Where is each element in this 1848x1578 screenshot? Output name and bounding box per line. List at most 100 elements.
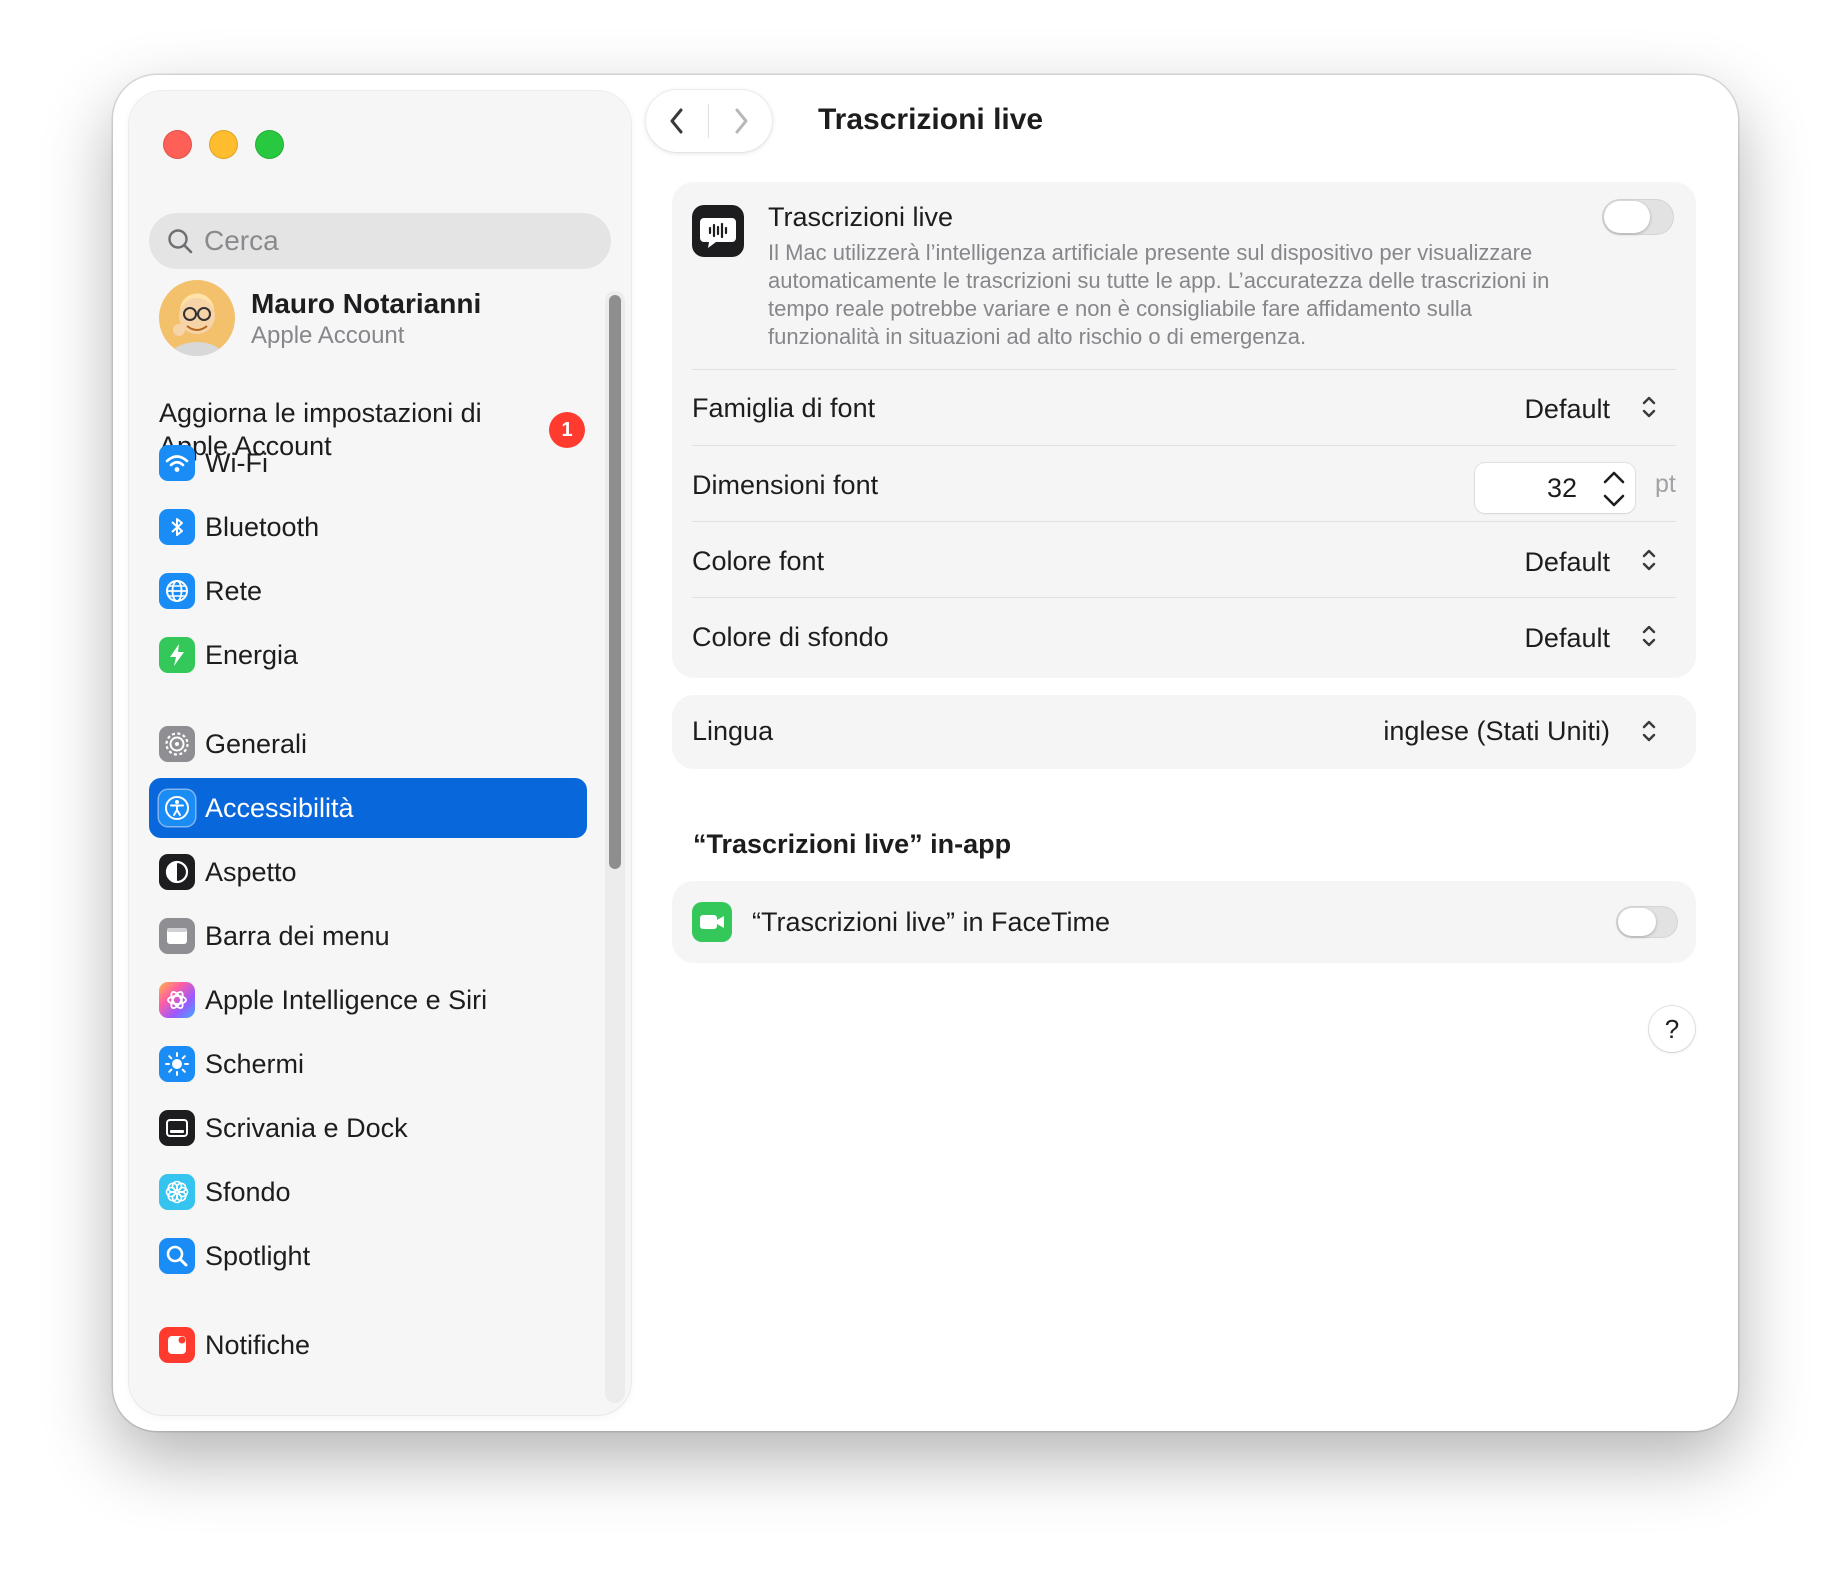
sidebar-item-label: Rete	[205, 575, 263, 606]
sidebar: Cerca Mauro Notarianni Apple Account Agg…	[129, 91, 631, 1415]
font-color-value[interactable]: Default	[1524, 547, 1610, 578]
search-input[interactable]: Cerca	[149, 213, 611, 269]
bell-icon	[159, 1327, 195, 1363]
apple-account[interactable]: Mauro Notarianni Apple Account	[159, 280, 579, 360]
sidebar-item-label: Notifiche	[205, 1329, 311, 1360]
sidebar-item-label: Schermi	[205, 1048, 305, 1079]
chevron-updown-icon	[1642, 549, 1656, 571]
sidebar-item-label: Aspetto	[205, 856, 297, 887]
zoom-window-button[interactable]	[255, 130, 284, 159]
facetime-icon	[692, 902, 732, 942]
font-family-label: Famiglia di font	[692, 393, 876, 423]
font-size-unit: pt	[1655, 470, 1676, 498]
account-subtitle: Apple Account	[251, 322, 405, 349]
flower-icon	[159, 1174, 195, 1210]
facetime-label: “Trascrizioni live” in FaceTime	[752, 907, 1111, 937]
sidebar-item-label: Generali	[205, 728, 308, 759]
chevron-updown-icon	[1642, 625, 1656, 647]
sidebar-item-label: Spotlight	[205, 1240, 311, 1271]
dock-icon	[159, 1110, 195, 1146]
sidebar-item-wifi[interactable]: Wi-Fi	[149, 433, 587, 493]
battery-bolt-icon	[159, 637, 195, 673]
stepper-icon[interactable]	[1599, 468, 1629, 510]
avatar	[159, 280, 235, 356]
account-name: Mauro Notarianni	[251, 288, 482, 319]
back-button[interactable]	[646, 90, 708, 152]
wifi-icon	[159, 445, 195, 481]
sidebar-item-generali[interactable]: Generali	[149, 714, 587, 774]
toggle-knob	[1618, 908, 1656, 936]
sidebar-item-aspetto[interactable]: Aspetto	[149, 842, 587, 902]
sidebar-item-label: Wi-Fi	[205, 447, 268, 478]
chevron-updown-icon	[1642, 396, 1656, 418]
background-color-label: Colore di sfondo	[692, 622, 889, 652]
sidebar-item-bluetooth[interactable]: Bluetooth	[149, 497, 587, 557]
help-button[interactable]: ?	[1649, 1006, 1695, 1052]
sidebar-item-energia[interactable]: Energia	[149, 625, 587, 685]
search-placeholder: Cerca	[204, 225, 279, 256]
font-color-label: Colore font	[692, 546, 825, 576]
language-value[interactable]: inglese (Stati Uniti)	[1383, 716, 1610, 747]
forward-button[interactable]	[710, 90, 772, 152]
divider	[692, 597, 1676, 598]
divider	[692, 369, 1676, 370]
font-family-popup[interactable]	[1635, 390, 1663, 424]
siri-icon	[159, 982, 195, 1018]
live-captions-card: Trascrizioni live Il Mac utilizzerà l’in…	[672, 182, 1696, 678]
sidebar-item-label: Scrivania e Dock	[205, 1112, 408, 1143]
gear-icon	[159, 726, 195, 762]
sidebar-item-label: Apple Intelligence e Siri	[205, 984, 488, 1015]
magnifier-icon	[159, 1238, 195, 1274]
bluetooth-icon	[159, 509, 195, 545]
globe-icon	[159, 573, 195, 609]
divider	[692, 445, 1676, 446]
font-size-value: 32	[1546, 473, 1577, 503]
font-size-label: Dimensioni font	[692, 470, 879, 500]
nav-divider	[708, 104, 709, 138]
sidebar-item-label: Energia	[205, 639, 299, 670]
sidebar-item-accessibilita[interactable]: Accessibilità	[149, 778, 587, 838]
chevron-updown-icon	[1642, 720, 1656, 742]
live-captions-title: Trascrizioni live	[768, 202, 954, 232]
appearance-icon	[159, 854, 195, 890]
in-app-section-title: “Trascrizioni live” in-app	[693, 829, 1012, 859]
menubar-icon	[159, 918, 195, 954]
facetime-card: “Trascrizioni live” in FaceTime	[672, 881, 1696, 963]
page-title: Trascrizioni live	[818, 103, 1044, 136]
sidebar-item-schermi[interactable]: Schermi	[149, 1034, 587, 1094]
sidebar-item-label: Barra dei menu	[205, 920, 390, 951]
sidebar-item-sfondo[interactable]: Sfondo	[149, 1162, 587, 1222]
toggle-knob	[1604, 201, 1650, 233]
live-captions-description: Il Mac utilizzerà l’intelligenza artific…	[768, 240, 1550, 349]
chevron-right-icon	[735, 108, 748, 134]
chevron-left-icon	[670, 108, 683, 134]
sidebar-item-barra-dei-menu[interactable]: Barra dei menu	[149, 906, 587, 966]
language-card: Lingua inglese (Stati Uniti)	[672, 695, 1696, 769]
live-captions-app-icon	[692, 205, 744, 257]
language-label: Lingua	[692, 716, 774, 746]
sidebar-item-apple-intelligence-siri[interactable]: Apple Intelligence e Siri	[149, 970, 587, 1030]
background-color-value[interactable]: Default	[1524, 623, 1610, 654]
sidebar-item-notifiche[interactable]: Notifiche	[149, 1315, 587, 1375]
sidebar-scroll-thumb[interactable]	[609, 295, 621, 869]
font-family-value[interactable]: Default	[1524, 394, 1610, 425]
close-window-button[interactable]	[163, 130, 192, 159]
sidebar-item-label: Accessibilità	[205, 792, 354, 823]
background-color-popup[interactable]	[1635, 619, 1663, 653]
minimize-window-button[interactable]	[209, 130, 238, 159]
search-icon	[168, 229, 193, 254]
sidebar-item-spotlight[interactable]: Spotlight	[149, 1226, 587, 1286]
settings-window: Cerca Mauro Notarianni Apple Account Agg…	[113, 75, 1738, 1431]
brightness-icon	[159, 1046, 195, 1082]
facetime-captions-toggle[interactable]	[1616, 906, 1678, 938]
language-popup[interactable]	[1635, 714, 1663, 748]
sidebar-item-label: Sfondo	[205, 1176, 291, 1207]
sidebar-item-label: Bluetooth	[205, 511, 320, 542]
sidebar-item-rete[interactable]: Rete	[149, 561, 587, 621]
divider	[692, 521, 1676, 522]
accessibility-icon	[159, 790, 195, 826]
sidebar-item-scrivania-dock[interactable]: Scrivania e Dock	[149, 1098, 587, 1158]
font-size-field[interactable]: 32	[1475, 463, 1635, 513]
live-captions-toggle[interactable]	[1602, 199, 1674, 235]
font-color-popup[interactable]	[1635, 543, 1663, 577]
